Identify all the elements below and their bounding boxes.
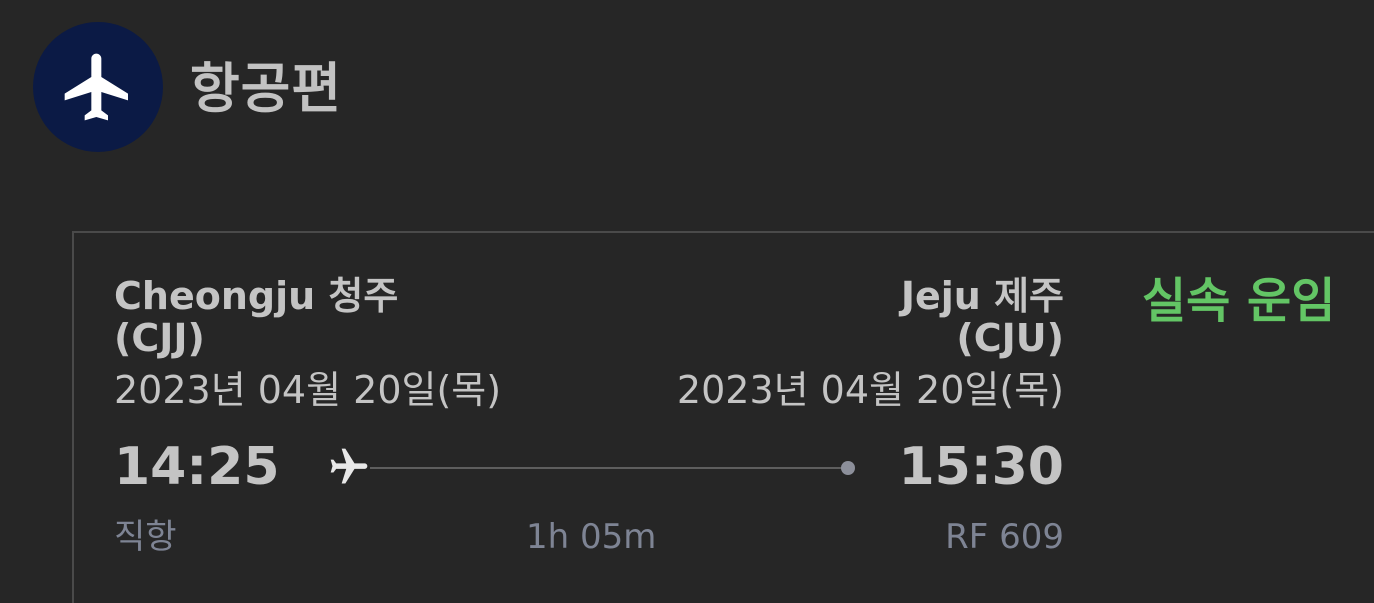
flight-number: RF 609 [945, 517, 1064, 557]
destination-city-name: Jeju 제주 [900, 274, 1064, 318]
origin-airport-code: (CJJ) [114, 316, 205, 360]
arrival-date: 2023년 04월 20일(목) [676, 368, 1064, 412]
flight-duration: 1h 05m [526, 517, 657, 557]
flight-card[interactable]: Cheongju 청주 (CJJ) Jeju 제주 (CJU) 2023년 04… [72, 231, 1374, 603]
destination-city: Jeju 제주 (CJU) [901, 275, 1064, 359]
flight-page: 항공편 Cheongju 청주 (CJJ) Jeju 제주 (CJU) 2023… [0, 0, 1374, 603]
departure-date: 2023년 04월 20일(목) [114, 368, 502, 412]
airplane-glyph [64, 53, 128, 121]
destination-airport-code: (CJU) [956, 316, 1064, 360]
page-title: 항공편 [190, 57, 343, 120]
route-end-dot [841, 461, 855, 475]
origin-city: Cheongju 청주 (CJJ) [114, 275, 398, 359]
departure-time: 14:25 [114, 437, 280, 497]
flight-type: 직항 [114, 517, 177, 557]
route-line [370, 467, 845, 469]
fare-status: 실속 운임 [1142, 273, 1336, 329]
airplane-icon [330, 448, 368, 484]
airplane-icon [33, 22, 163, 152]
flight-route [324, 445, 859, 489]
arrival-time: 15:30 [898, 437, 1064, 497]
origin-city-name: Cheongju 청주 [114, 274, 399, 318]
